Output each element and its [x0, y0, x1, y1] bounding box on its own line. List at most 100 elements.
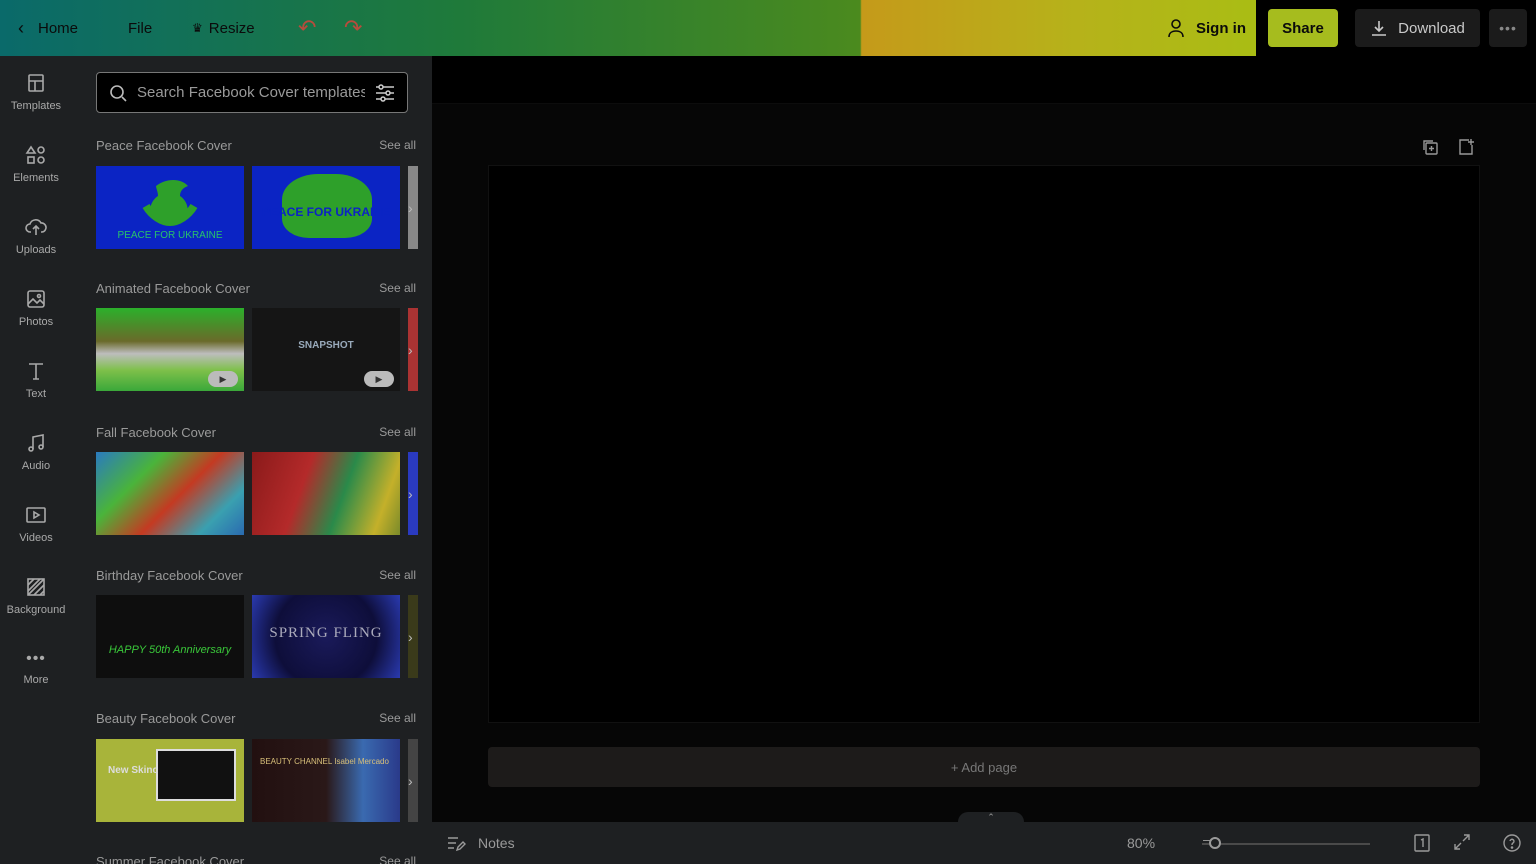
rail-label-photos: Photos	[18, 316, 54, 328]
template-thumbnail[interactable]: PEACE FOR UKRAINE	[96, 166, 244, 249]
elements-icon	[25, 145, 45, 164]
thumbnail-caption: BEAUTY CHANNEL Isabel Mercado	[260, 757, 389, 766]
template-thumbnail[interactable]: PEACE FOR UKRAINE	[252, 166, 400, 249]
template-row: ›	[96, 452, 418, 536]
rail-label-uploads: Uploads	[15, 244, 57, 256]
undo-icon[interactable]: ↶	[298, 0, 316, 56]
template-row: HAPPY 50th Anniversary SPRING FLING ›	[96, 595, 418, 679]
rail-item-templates[interactable]: Templates	[0, 56, 72, 128]
chevron-right-icon[interactable]: ›	[408, 486, 413, 502]
left-rail: Templates Elements Uploads Photos Text A…	[0, 56, 72, 864]
section-header: Fall Facebook Cover See all	[96, 425, 416, 440]
template-row: ▶ SNAPSHOT ▶ ›	[96, 308, 418, 392]
section-header: Birthday Facebook Cover See all	[96, 568, 416, 583]
more-icon: •••	[26, 650, 46, 667]
template-thumbnail[interactable]: HAPPY 50th Anniversary	[96, 595, 244, 678]
section-title: Animated Facebook Cover	[96, 281, 250, 296]
template-row: New Skincare Product BEAUTY CHANNEL Isab…	[96, 739, 418, 823]
thumbnail-caption: PEACE FOR UKRAINE	[261, 205, 390, 219]
template-thumbnail[interactable]	[96, 452, 244, 535]
section-header: Summer Facebook Cover See all	[96, 854, 416, 864]
fullscreen-icon[interactable]	[1453, 833, 1471, 854]
share-button[interactable]: Share	[1268, 9, 1338, 47]
user-icon	[1168, 19, 1184, 38]
resize-button[interactable]: ♛ Resize	[192, 0, 255, 56]
rail-item-elements[interactable]: Elements	[0, 128, 72, 200]
see-all-link[interactable]: See all	[379, 281, 416, 296]
see-all-link[interactable]: See all	[379, 711, 416, 726]
zoom-value[interactable]: 80%	[1127, 835, 1155, 851]
rail-item-audio[interactable]: Audio	[0, 416, 72, 488]
rail-item-background[interactable]: Background	[0, 560, 72, 632]
rail-item-uploads[interactable]: Uploads	[0, 200, 72, 272]
video-play-icon: ▶	[364, 371, 394, 387]
zoom-slider-handle[interactable]	[1209, 837, 1222, 849]
section-title: Beauty Facebook Cover	[96, 711, 236, 726]
templates-panel: Search Facebook Cover templates Peace Fa…	[72, 56, 432, 864]
thumbnail-caption: PEACE FOR UKRAINE	[117, 230, 223, 241]
section-header: Peace Facebook Cover See all	[96, 138, 416, 153]
rail-label-elements: Elements	[13, 172, 59, 184]
rail-item-text[interactable]: Text	[0, 344, 72, 416]
chevron-right-icon[interactable]: ›	[408, 200, 413, 216]
laptop-image	[156, 749, 236, 801]
add-page-icon[interactable]	[1457, 138, 1475, 159]
template-thumbnail[interactable]: New Skincare Product	[96, 739, 244, 822]
thumbnail-caption: SPRING FLING	[269, 625, 383, 641]
help-icon[interactable]	[1502, 833, 1522, 856]
home-button[interactable]: ‹ Home	[18, 0, 78, 56]
see-all-link[interactable]: See all	[379, 568, 416, 583]
rail-label-audio: Audio	[21, 460, 51, 472]
chevron-right-icon[interactable]: ›	[408, 342, 413, 358]
see-all-link[interactable]: See all	[379, 854, 416, 864]
download-icon	[1372, 21, 1387, 36]
search-placeholder: Search Facebook Cover templates	[137, 84, 365, 101]
template-thumbnail[interactable]: ▶	[96, 308, 244, 391]
template-thumbnail[interactable]: SPRING FLING	[252, 595, 400, 678]
more-options-button[interactable]: •••	[1489, 9, 1527, 47]
rail-item-more[interactable]: ••• More	[0, 632, 72, 704]
photo-icon	[27, 290, 45, 308]
top-bar: ‹ Home File ♛ Resize ↶ ↷ Sign in Share D…	[0, 0, 1536, 56]
section-header: Animated Facebook Cover See all	[96, 281, 416, 296]
section-title: Birthday Facebook Cover	[96, 568, 243, 583]
notes-icon	[448, 837, 466, 852]
section-title: Peace Facebook Cover	[96, 138, 232, 153]
text-icon	[29, 363, 43, 380]
see-all-link[interactable]: See all	[379, 425, 416, 440]
home-label: Home	[38, 19, 79, 37]
thumbnail-caption: SNAPSHOT	[298, 340, 354, 351]
template-thumbnail[interactable]: BEAUTY CHANNEL Isabel Mercado	[252, 739, 400, 822]
rail-item-videos[interactable]: Videos	[0, 488, 72, 560]
ellipsis-icon: •••	[1499, 20, 1517, 36]
page-count-icon[interactable]	[1412, 833, 1432, 856]
download-button[interactable]: Download	[1355, 9, 1480, 47]
zoom-slider-track[interactable]	[1202, 843, 1370, 845]
add-page-button[interactable]: + Add page	[488, 747, 1480, 787]
rail-label-more: More	[23, 674, 49, 686]
thumbnail-caption: HAPPY 50th Anniversary	[108, 644, 232, 656]
video-icon	[26, 507, 46, 523]
rail-item-photos[interactable]: Photos	[0, 272, 72, 344]
video-play-icon: ▶	[208, 371, 238, 387]
duplicate-page-icon[interactable]	[1421, 138, 1439, 159]
file-menu-button[interactable]: File	[128, 0, 152, 56]
design-page[interactable]	[488, 165, 1480, 723]
notes-button[interactable]: Notes	[446, 834, 515, 852]
template-thumbnail[interactable]	[252, 452, 400, 535]
see-all-link[interactable]: See all	[379, 138, 416, 153]
redo-icon[interactable]: ↷	[344, 0, 362, 56]
chevron-right-icon[interactable]: ›	[408, 773, 413, 789]
background-icon	[27, 578, 45, 596]
rail-label-videos: Videos	[19, 532, 53, 544]
audio-icon	[28, 434, 44, 452]
sign-in-button[interactable]: Sign in	[1166, 0, 1246, 56]
template-thumbnail[interactable]: SNAPSHOT ▶	[252, 308, 400, 391]
upload-icon	[25, 219, 47, 235]
crown-icon: ♛	[192, 21, 203, 35]
filter-icon[interactable]	[375, 83, 395, 102]
rail-label-templates: Templates	[10, 100, 62, 112]
search-input[interactable]: Search Facebook Cover templates	[96, 72, 408, 113]
template-row: PEACE FOR UKRAINE PEACE FOR UKRAINE ›	[96, 166, 418, 250]
chevron-right-icon[interactable]: ›	[408, 629, 413, 645]
